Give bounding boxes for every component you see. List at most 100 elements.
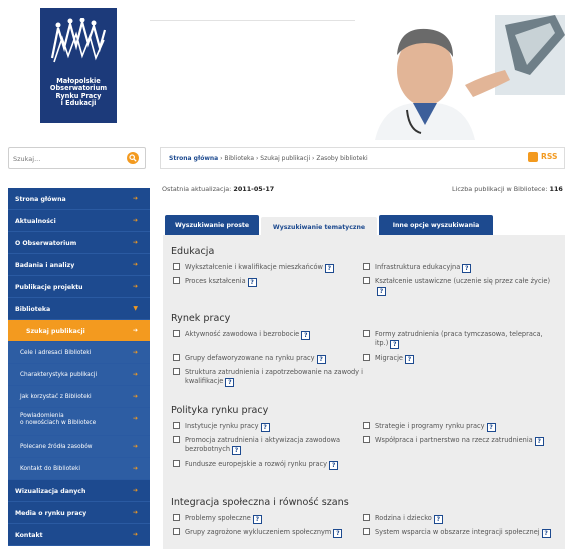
sidebar-subitem-cele[interactable]: Cele i adresaci Biblioteki ➔ — [8, 342, 150, 364]
sidebar-item-kontakt[interactable]: Kontakt ➔ — [8, 524, 150, 546]
topic-option[interactable]: Grupy defaworyzowane na rynku pracy? — [173, 354, 363, 364]
topic-option[interactable]: Strategie i programy rynku pracy? — [363, 422, 553, 432]
checkbox[interactable] — [363, 528, 370, 535]
topic-option[interactable]: Formy zatrudnienia (praca tymczasowa, te… — [363, 330, 553, 349]
sidebar-item-biblioteka[interactable]: Biblioteka ▼ — [8, 298, 150, 320]
topic-label: Współpraca i partnerstwo na rzecz zatrud… — [375, 436, 533, 444]
checkbox[interactable] — [173, 277, 180, 284]
topic-option[interactable]: Infrastruktura edukacyjna? — [363, 263, 553, 273]
sidebar-item-media[interactable]: Media o rynku pracy ➔ — [8, 502, 150, 524]
sidebar-subitem-powiadomienia[interactable]: Powiadomienia o nowościach w Bibliotece ➔ — [8, 408, 150, 436]
checkbox[interactable] — [173, 436, 180, 443]
sidebar-item-szukaj-publikacji[interactable]: Szukaj publikacji ➔ — [8, 320, 150, 342]
sidebar-item-label: Jak korzystać z Biblioteki — [20, 394, 92, 400]
help-icon[interactable]: ? — [225, 378, 235, 387]
help-icon[interactable]: ? — [252, 515, 262, 524]
help-icon[interactable]: ? — [316, 355, 326, 364]
topic-option[interactable]: Fundusze europejskie a rozwój rynku prac… — [173, 460, 363, 470]
last-update-date: 2011-05-17 — [233, 185, 275, 193]
breadcrumb: Strona główna › Biblioteka › Szukaj publ… — [160, 147, 565, 169]
help-icon[interactable]: ? — [390, 340, 400, 349]
help-icon[interactable]: ? — [433, 515, 443, 524]
header-photo — [355, 15, 565, 140]
sidebar-item-publikacje[interactable]: Publikacje projektu ➔ — [8, 276, 150, 298]
arrow-right-icon: ➔ — [132, 393, 138, 400]
sidebar-item-label: Media o rynku pracy — [15, 510, 87, 517]
sidebar-item-wizualizacja[interactable]: Wizualizacja danych ➔ — [8, 480, 150, 502]
arrow-right-icon: ➔ — [132, 217, 138, 224]
logo[interactable]: Małopolskie Obserwatorium Rynku Pracy i … — [40, 8, 117, 123]
tab-thematic-search[interactable]: Wyszukiwanie tematyczne — [261, 217, 377, 235]
search-button[interactable] — [127, 152, 139, 164]
arrow-right-icon: ➔ — [132, 349, 138, 356]
checkbox[interactable] — [363, 436, 370, 443]
rss-link[interactable]: RSS — [528, 152, 557, 162]
section-title: Polityka rynku pracy — [171, 405, 269, 416]
sidebar-item-label: Szukaj publikacji — [26, 328, 85, 335]
search-input[interactable] — [13, 152, 113, 165]
topic-label: Promocja zatrudnienia i aktywizacja zawo… — [185, 436, 341, 453]
topic-option[interactable]: Instytucje rynku pracy? — [173, 422, 363, 432]
checkbox[interactable] — [363, 354, 370, 361]
arrow-right-icon: ➔ — [132, 283, 138, 290]
help-icon[interactable]: ? — [333, 529, 343, 538]
breadcrumb-home-link[interactable]: Strona główna — [169, 155, 218, 162]
checkbox[interactable] — [173, 368, 180, 375]
checkbox[interactable] — [173, 330, 180, 337]
checkbox[interactable] — [173, 263, 180, 270]
topic-option[interactable]: Grupy zagrożone wykluczeniem społecznym? — [173, 528, 363, 538]
arrow-right-icon: ➔ — [132, 195, 138, 202]
help-icon[interactable]: ? — [541, 529, 551, 538]
topic-option[interactable]: Aktywność zawodowa i bezrobocie? — [173, 330, 363, 340]
topic-option[interactable]: Proces kształcenia? — [173, 277, 363, 287]
sidebar-subitem-jak-korzystac[interactable]: Jak korzystać z Biblioteki ➔ — [8, 386, 150, 408]
checkbox[interactable] — [363, 330, 370, 337]
help-icon[interactable]: ? — [534, 437, 544, 446]
topic-label: Fundusze europejskie a rozwój rynku prac… — [185, 460, 328, 468]
checkbox[interactable] — [173, 514, 180, 521]
topic-option[interactable]: Promocja zatrudnienia i aktywizacja zawo… — [173, 436, 363, 455]
checkbox[interactable] — [363, 277, 370, 284]
topic-option[interactable]: Kształcenie ustawiczne (uczenie się prze… — [363, 277, 553, 296]
help-icon[interactable]: ? — [301, 331, 311, 340]
sidebar-item-aktualnosci[interactable]: Aktualności ➔ — [8, 210, 150, 232]
topic-label: System wsparcia w obszarze integracji sp… — [375, 528, 540, 536]
topic-option[interactable]: Migracje? — [363, 354, 553, 364]
sidebar-item-label: Biblioteka — [15, 306, 51, 313]
topic-option[interactable]: Rodzina i dziecko? — [363, 514, 553, 524]
checkbox[interactable] — [173, 528, 180, 535]
rss-icon — [528, 152, 538, 162]
topic-option[interactable]: System wsparcia w obszarze integracji sp… — [363, 528, 553, 538]
arrow-right-icon: ➔ — [132, 487, 138, 494]
checkbox[interactable] — [173, 460, 180, 467]
checkbox[interactable] — [363, 514, 370, 521]
help-icon[interactable]: ? — [486, 423, 496, 432]
help-icon[interactable]: ? — [404, 355, 414, 364]
help-icon[interactable]: ? — [462, 264, 472, 273]
help-icon[interactable]: ? — [232, 446, 241, 455]
help-icon[interactable]: ? — [329, 461, 339, 470]
checkbox[interactable] — [363, 263, 370, 270]
topic-option[interactable]: Problemy społeczne? — [173, 514, 363, 524]
sidebar-item-o-obserwatorium[interactable]: O Obserwatorium ➔ — [8, 232, 150, 254]
sidebar-item-label: Powiadomienia — [20, 413, 64, 419]
sidebar-item-badania[interactable]: Badania i analizy ➔ — [8, 254, 150, 276]
topic-option[interactable]: Struktura zatrudnienia i zapotrzebowanie… — [173, 368, 363, 387]
checkbox[interactable] — [173, 354, 180, 361]
sidebar-subitem-polecane[interactable]: Polecane źródła zasobów ➔ — [8, 436, 150, 458]
checkbox[interactable] — [363, 422, 370, 429]
help-icon[interactable]: ? — [260, 423, 270, 432]
topic-option[interactable]: Wykształcenie i kwalifikacje mieszkańców… — [173, 263, 363, 273]
help-icon[interactable]: ? — [247, 278, 257, 287]
help-icon[interactable]: ? — [324, 264, 334, 273]
topic-option[interactable]: Współpraca i partnerstwo na rzecz zatrud… — [363, 436, 553, 446]
sidebar-subitem-charakterystyka[interactable]: Charakterystyka publikacji ➔ — [8, 364, 150, 386]
arrow-right-icon: ➔ — [132, 327, 138, 334]
arrow-right-icon: ➔ — [132, 509, 138, 516]
tab-simple-search[interactable]: Wyszukiwanie proste — [165, 215, 259, 235]
tab-other-options[interactable]: Inne opcje wyszukiwania — [379, 215, 493, 235]
help-icon[interactable]: ? — [377, 287, 386, 296]
sidebar-item-strona-glowna[interactable]: Strona główna ➔ — [8, 188, 150, 210]
sidebar-subitem-kontakt-biblioteki[interactable]: Kontakt do Biblioteki ➔ — [8, 458, 150, 480]
checkbox[interactable] — [173, 422, 180, 429]
